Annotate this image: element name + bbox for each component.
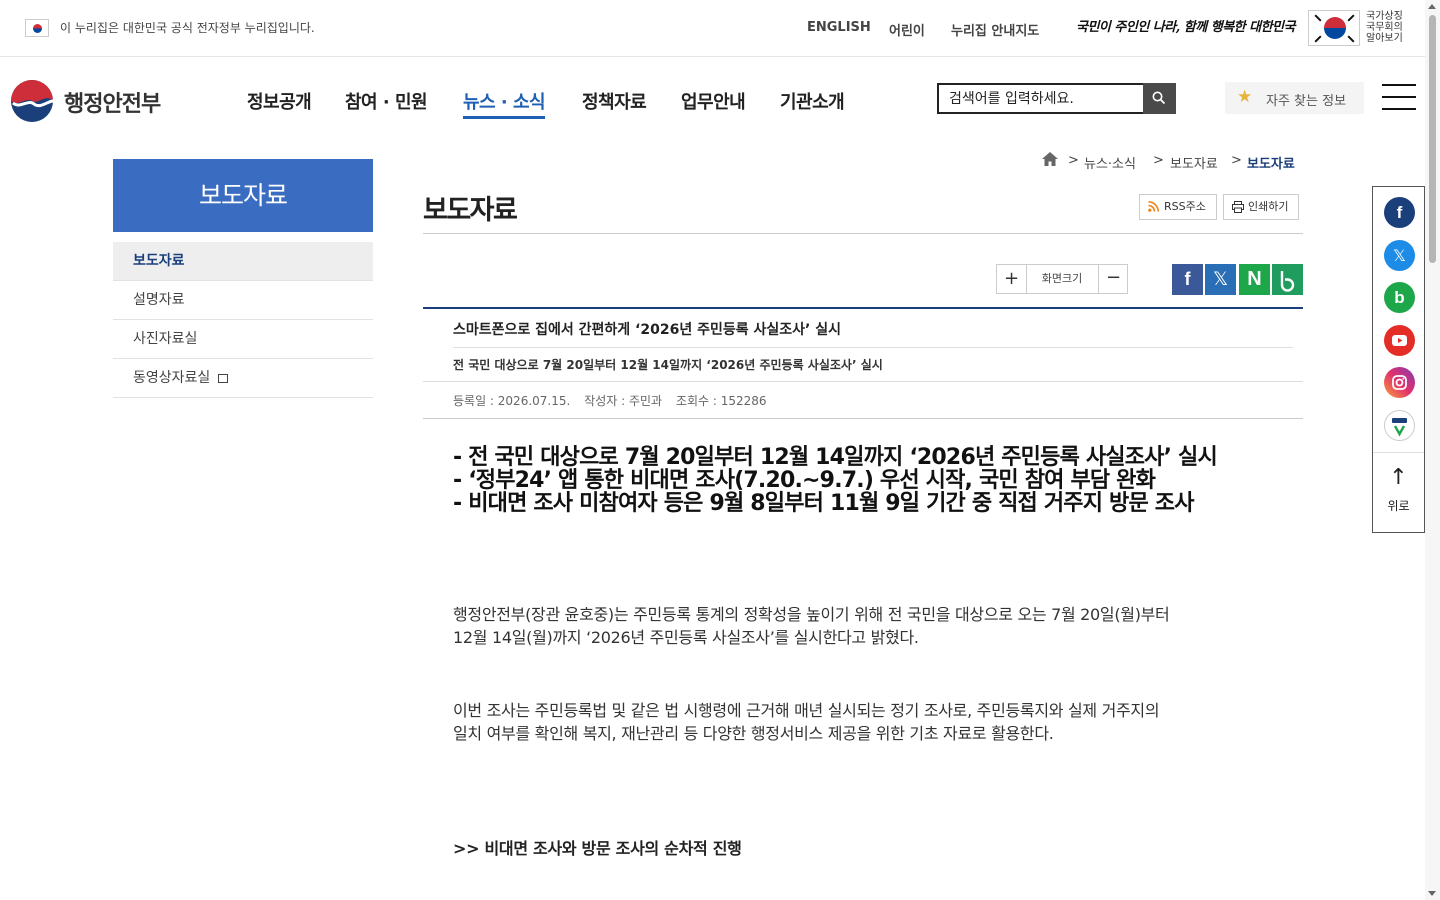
ministry-logo-text[interactable]: 행정안전부 [64, 86, 161, 118]
gnb-policy[interactable]: 정책자료 [582, 88, 647, 114]
summary-line: - 전 국민 대상으로 7월 20일부터 12월 14일까지 ‘2026년 주민… [453, 445, 1218, 470]
rss-button[interactable]: RSS주소 [1139, 194, 1217, 220]
summary-line: - ‘정부24’ 앱 통한 비대면 조사(7.20.~9.7.) 우선 시작, … [453, 468, 1156, 493]
lnb-item-explanation[interactable]: 설명자료 [113, 281, 373, 320]
title-divider [423, 233, 1303, 234]
band-icon[interactable]: b [1384, 282, 1415, 313]
youtube-icon[interactable] [1384, 325, 1415, 356]
lnb-title: 보도자료 [113, 159, 373, 232]
breadcrumb-current[interactable]: 보도자료 [1247, 153, 1295, 172]
ministry-logo-icon[interactable] [10, 79, 54, 123]
quick-menu: f 𝕏 b ↑ 위로 [1372, 186, 1425, 533]
lnb-item-video[interactable]: 동영상자료실 [113, 359, 373, 398]
search-icon [1152, 91, 1166, 105]
summary-line: - 비대면 조사 미참여자 등은 9월 8일부터 11월 9일 기간 중 직접 … [453, 491, 1194, 516]
kids-link[interactable]: 어린이 [889, 20, 925, 39]
scroll-down-icon[interactable] [1428, 891, 1436, 896]
facebook-icon[interactable]: f [1384, 197, 1415, 228]
korea-flag-icon [25, 19, 49, 37]
article-summary: - 전 국민 대상으로 7월 20일부터 12월 14일까지 ‘2026년 주민… [453, 445, 1218, 516]
article-subhead: >> 비대면 조사와 방문 조사의 순차적 진행 [453, 839, 742, 858]
slogan: 국민이 주인인 나라, 함께 행복한 대한민국 [1076, 20, 1295, 35]
zoom-in-button[interactable]: + [997, 265, 1027, 293]
article-title: 스마트폰으로 집에서 간편하게 ‘2026년 주민등록 사실조사’ 실시 [453, 322, 841, 338]
scrollbar-thumb[interactable] [1429, 15, 1436, 263]
vertical-scrollbar[interactable] [1425, 0, 1440, 900]
page-title: 보도자료 [423, 195, 518, 226]
article-meta: 등록일 : 2026.07.15. 작성자 : 주민과 조회수 : 152286 [453, 392, 777, 409]
gov-notice[interactable]: 이 누리집은 대한민국 공식 전자정부 누리집입니다. [60, 19, 315, 36]
breadcrumb-news[interactable]: 뉴스·소식 [1084, 153, 1136, 172]
arrow-up-icon[interactable]: ↑ [1373, 467, 1424, 489]
new-window-icon [218, 374, 229, 383]
article-date: 등록일 : 2026.07.15. [453, 394, 571, 408]
menu-icon[interactable] [1382, 84, 1416, 110]
article-paragraph: 행정안전부(장관 윤호중)는 주민등록 통계의 정확성을 높이기 위해 전 국민… [453, 605, 1170, 647]
x-icon[interactable]: 𝕏 [1384, 240, 1415, 271]
band-icon[interactable] [1272, 264, 1303, 295]
home-icon[interactable] [1042, 152, 1058, 166]
gnb-participation[interactable]: 참여 · 민원 [345, 88, 428, 114]
print-button[interactable]: 인쇄하기 [1223, 194, 1300, 220]
gnb-work[interactable]: 업무안내 [681, 88, 746, 114]
zoom-control: + 화면크기 − [996, 264, 1128, 294]
gnb-about[interactable]: 기관소개 [780, 88, 845, 114]
back-to-top-button[interactable]: 위로 [1373, 497, 1424, 514]
article-author: 작성자 : 주민과 [584, 394, 663, 408]
breadcrumb-press[interactable]: 보도자료 [1170, 153, 1218, 172]
english-link[interactable]: ENGLISH [807, 20, 871, 35]
search-box [937, 83, 1176, 114]
search-input[interactable] [939, 85, 1144, 112]
article-top-border [423, 307, 1303, 309]
utility-bar: 이 누리집은 대한민국 공식 전자정부 누리집입니다. ENGLISH 어린이 … [0, 0, 1425, 57]
article-views: 조회수 : 152286 [675, 394, 767, 408]
gnb-info[interactable]: 정보공개 [247, 88, 312, 114]
zoom-out-button[interactable]: − [1098, 265, 1128, 293]
rss-icon [1148, 201, 1159, 212]
star-icon: ★ [1237, 87, 1253, 107]
article-subtitle: 전 국민 대상으로 7월 20일부터 12월 14일까지 ‘2026년 주민등록… [453, 358, 883, 372]
gnb-news[interactable]: 뉴스 · 소식 [463, 88, 546, 119]
instagram-icon[interactable] [1384, 367, 1415, 398]
scroll-up-icon[interactable] [1428, 4, 1436, 9]
facebook-icon[interactable]: f [1172, 264, 1203, 295]
sitemap-link[interactable]: 누리집 안내지도 [951, 20, 1039, 39]
national-symbol-text[interactable]: 국가상징 국무회의 알아보기 [1366, 11, 1412, 44]
tv-icon[interactable] [1384, 410, 1415, 441]
lnb-item-photo[interactable]: 사진자료실 [113, 320, 373, 359]
faq-button[interactable]: ★ 자주 찾는 정보 [1225, 82, 1364, 114]
national-symbol-icon[interactable] [1308, 10, 1360, 46]
article-paragraph: 이번 조사는 주민등록법 및 같은 법 시행령에 근거해 매년 실시되는 정기 … [453, 701, 1160, 743]
zoom-label: 화면크기 [1041, 272, 1083, 285]
search-button[interactable] [1143, 83, 1176, 114]
lnb-item-press[interactable]: 보도자료 [113, 242, 373, 281]
print-icon [1232, 201, 1244, 213]
naver-icon[interactable]: N [1239, 264, 1270, 295]
x-icon[interactable]: 𝕏 [1205, 264, 1236, 295]
